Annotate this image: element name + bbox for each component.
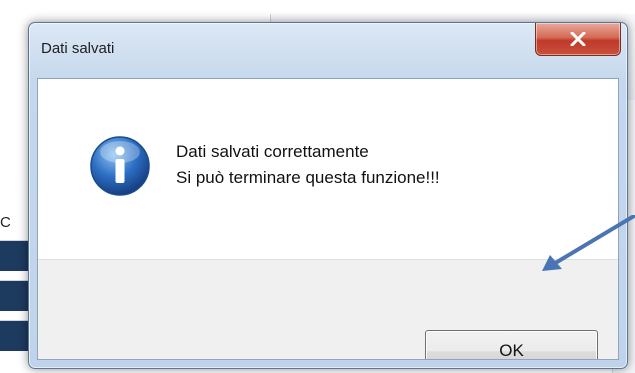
message-line-2: Si può terminare questa funzione!!! (176, 168, 440, 187)
background-table-cell (0, 320, 30, 351)
information-icon (90, 136, 150, 196)
pointer-arrow-icon (542, 215, 635, 271)
close-x-icon (570, 32, 586, 46)
background-table-cell (0, 280, 30, 311)
message-area: Dati salvati correttamente Si può termin… (38, 79, 618, 259)
ok-button[interactable]: OK (425, 330, 598, 359)
message-line-1: Dati salvati correttamente (176, 142, 369, 161)
close-button[interactable] (535, 23, 621, 56)
dialog-footer: OK (38, 259, 618, 359)
message-dialog: Dati salvati Dati salvati correttamente … (28, 22, 628, 369)
background-table-cell (0, 240, 30, 271)
background-partial-text: C (0, 214, 11, 231)
dialog-body: Dati salvati correttamente Si può termin… (37, 78, 619, 360)
dialog-message: Dati salvati correttamente Si può termin… (176, 139, 440, 191)
dialog-title: Dati salvati (41, 40, 115, 57)
